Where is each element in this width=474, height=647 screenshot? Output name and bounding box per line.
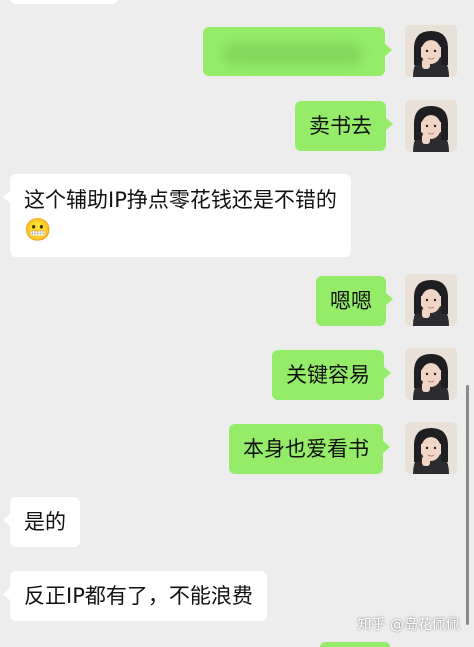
scrollbar[interactable] bbox=[466, 385, 469, 625]
avatar[interactable] bbox=[405, 274, 457, 326]
message-bubble-incoming[interactable]: 这个辅助IP挣点零花钱还是不错的 😬 bbox=[3, 174, 351, 257]
message-bubble-outgoing[interactable]: 关键容易 bbox=[272, 350, 391, 400]
avatar-image bbox=[405, 422, 457, 474]
avatar-image bbox=[405, 274, 457, 326]
avatar[interactable] bbox=[405, 348, 457, 400]
avatar[interactable] bbox=[405, 422, 457, 474]
message-bubble-cutoff[interactable] bbox=[10, 0, 118, 4]
message-text: 关键容易 bbox=[286, 363, 370, 387]
avatar-image bbox=[405, 100, 457, 152]
grimacing-emoji-icon: 😬 bbox=[24, 218, 52, 243]
message-bubble-incoming[interactable]: 是的 bbox=[3, 497, 80, 547]
message-bubble-cutoff[interactable] bbox=[320, 642, 390, 647]
chat-area: 卖书去 这个辅助IP挣点零花钱还是不错的 😬 嗯嗯 关键容易 本身也爱看书 是的… bbox=[0, 0, 474, 647]
avatar[interactable] bbox=[405, 25, 457, 77]
blurred-content bbox=[223, 43, 363, 65]
message-bubble-outgoing[interactable]: 嗯嗯 bbox=[316, 276, 393, 326]
message-bubble-blurred[interactable] bbox=[203, 27, 392, 76]
watermark: 知乎 @岛花佩佩 bbox=[357, 617, 460, 633]
message-bubble-outgoing[interactable]: 本身也爱看书 bbox=[229, 424, 390, 474]
avatar[interactable] bbox=[405, 100, 457, 152]
message-bubble-incoming[interactable]: 反正IP都有了，不能浪费 bbox=[3, 571, 267, 621]
message-text: 卖书去 bbox=[309, 114, 372, 138]
message-text: 嗯嗯 bbox=[330, 289, 372, 313]
avatar-image bbox=[405, 25, 457, 77]
message-bubble-outgoing[interactable]: 卖书去 bbox=[295, 101, 393, 151]
avatar-image bbox=[405, 348, 457, 400]
message-text: 反正IP都有了，不能浪费 bbox=[24, 584, 253, 608]
message-text: 本身也爱看书 bbox=[243, 437, 369, 461]
message-text: 这个辅助IP挣点零花钱还是不错的 bbox=[24, 188, 337, 212]
message-text: 是的 bbox=[24, 510, 66, 534]
